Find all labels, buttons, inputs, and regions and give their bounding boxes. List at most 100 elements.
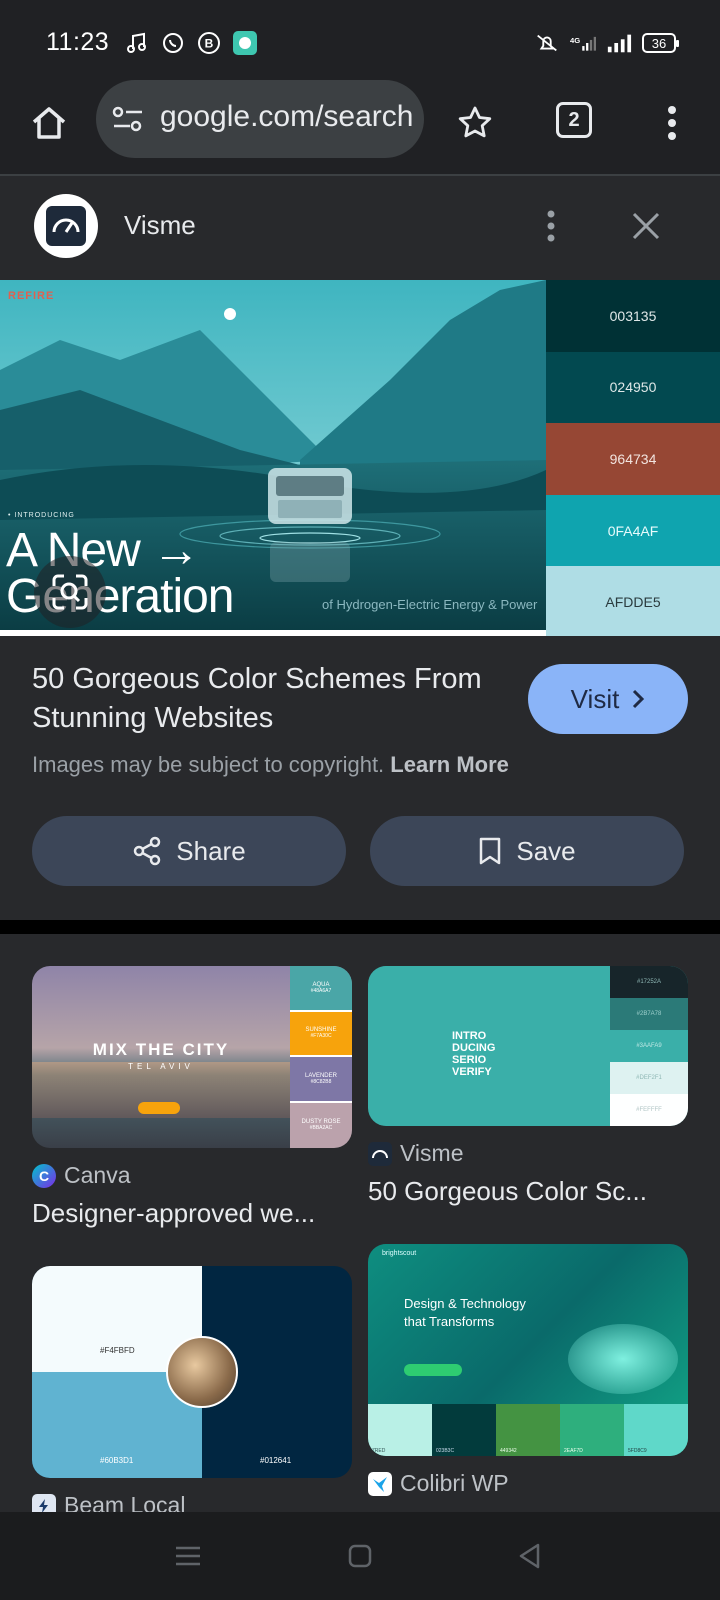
headline-line-1: A New →	[6, 524, 200, 577]
bookmark-button[interactable]	[452, 100, 498, 146]
save-label: Save	[516, 835, 576, 866]
copyright-notice: Images may be subject to copyright. Lear…	[32, 752, 509, 778]
result-source: Beam Local	[32, 1492, 185, 1514]
thumb-swatch: #DEF2F1	[610, 1062, 688, 1094]
thumb-circle-photo	[166, 1336, 238, 1408]
thumb-cta-pill	[404, 1364, 462, 1376]
whatsapp-icon	[160, 30, 186, 56]
result-card[interactable]: MIX THE CITY TEL AVIV AQUA #48A6A7 SUNSH…	[32, 966, 352, 1236]
browser-toolbar: google.com/search 2	[0, 80, 720, 174]
site-settings-icon[interactable]	[110, 104, 146, 136]
mute-icon	[534, 30, 560, 56]
signal-4g-icon: 4G	[570, 30, 596, 56]
thumb-palette: #17252A #2B7A78 #3AAFA9 #DEF2F1 #FEFFFF	[610, 966, 688, 1126]
system-icons: 4G 36	[534, 28, 679, 58]
recents-button[interactable]	[170, 1538, 206, 1574]
status-bar: 11:23 B 4G 36	[0, 0, 720, 80]
swatch-hex: 2EAF7D	[564, 1448, 583, 1454]
url-text: google.com/search	[160, 100, 414, 133]
thumb-swatch: #3AAFA9	[610, 1030, 688, 1062]
tab-switcher-button[interactable]: 2	[556, 102, 592, 138]
share-button[interactable]: Share	[32, 816, 346, 886]
source-avatar[interactable]	[34, 194, 98, 258]
b-app-icon: B	[196, 30, 222, 56]
swatch-hex: #BBA2AC	[309, 1125, 333, 1132]
back-triangle-icon	[519, 1543, 540, 1569]
thumb-swatch: 023B3C	[432, 1404, 496, 1456]
recents-icon	[176, 1546, 200, 1566]
thumb-swatch: 449342	[496, 1404, 560, 1456]
back-button[interactable]	[512, 1538, 548, 1574]
result-card[interactable]: brightscout Design & Technology that Tra…	[368, 1244, 688, 1514]
thumb-headline-2: that Transforms	[404, 1314, 495, 1329]
visit-button[interactable]: Visit	[528, 664, 688, 734]
status-time: 11:23	[46, 28, 110, 56]
result-thumbnail[interactable]: #F4FBFD #60B3D1 #012641	[32, 1266, 352, 1478]
thumb-hex-label: #60B3D1	[100, 1456, 134, 1465]
palette-swatch: 024950	[546, 351, 720, 424]
overflow-menu-button[interactable]	[654, 100, 690, 146]
chevron-right-icon	[633, 689, 645, 709]
thumb-cta-pill	[138, 1102, 180, 1114]
image-subline: of Hydrogen-Electric Energy & Power	[322, 597, 538, 612]
colibri-favicon-icon	[368, 1471, 392, 1496]
swatch-hex: #48A6A7	[310, 987, 332, 994]
svg-text:4G: 4G	[570, 36, 580, 45]
source-name[interactable]: Visme	[124, 210, 196, 241]
source-name: Canva	[64, 1162, 131, 1188]
thumb-headline: INTRO DUCING SERIO VERIFY	[452, 1030, 496, 1078]
more-vert-icon	[668, 106, 676, 140]
result-source: Colibri WP	[368, 1470, 509, 1497]
beam-favicon-icon	[32, 1493, 56, 1514]
source-name: Beam Local	[64, 1492, 186, 1514]
source-name: Visme	[400, 1140, 464, 1166]
thumb-swatch: 5FD8C9	[624, 1404, 688, 1456]
result-title: 50 Gorgeous Color Sc...	[368, 1176, 647, 1206]
result-thumbnail[interactable]: brightscout Design & Technology that Tra…	[368, 1244, 688, 1456]
result-source: C Canva	[32, 1162, 130, 1189]
result-title: Designer-approved we...	[32, 1198, 316, 1228]
address-bar[interactable]: google.com/search	[96, 80, 424, 158]
home-button[interactable]	[26, 100, 72, 146]
result-thumbnail[interactable]: INTRO DUCING SERIO VERIFY #17252A #2B7A7…	[368, 966, 688, 1126]
palette-swatch: 0FA4AF	[546, 494, 720, 567]
result-title: 50 Gorgeous Color Schemes From Stunning …	[32, 663, 482, 734]
image-brand-text: REFIRE	[8, 290, 55, 302]
close-icon	[632, 212, 660, 240]
source-header: Visme	[0, 176, 720, 276]
swatch-hex: 449342	[500, 1448, 517, 1454]
system-nav-bar	[0, 1512, 720, 1600]
lens-search-button[interactable]	[34, 556, 106, 628]
thumb-glow	[568, 1324, 678, 1394]
thumb-swatch: 7RED	[368, 1404, 432, 1456]
copyright-text: Images may be subject to copyright.	[32, 752, 385, 777]
preview-image[interactable]: REFIRE • INTRODUCING A New → Generation …	[0, 280, 720, 636]
thumb-headline-1: Design & Technology	[404, 1296, 526, 1311]
result-source: Visme	[368, 1140, 464, 1167]
close-viewer-button[interactable]	[626, 206, 666, 246]
more-vert-icon	[547, 210, 555, 242]
music-note-icon	[124, 30, 150, 56]
result-card[interactable]: INTRO DUCING SERIO VERIFY #17252A #2B7A7…	[368, 966, 688, 1236]
swatch-hex: 023B3C	[436, 1448, 455, 1454]
source-name: Colibri WP	[400, 1470, 509, 1496]
share-label: Share	[176, 835, 246, 866]
image-intro-text: • INTRODUCING	[8, 512, 75, 519]
home-square-icon	[348, 1544, 372, 1568]
thumb-swatch: AQUA #48A6A7	[290, 966, 352, 1012]
viewer-more-button[interactable]	[536, 206, 566, 246]
thumb-hex-label: #012641	[260, 1456, 292, 1465]
result-thumbnail[interactable]: MIX THE CITY TEL AVIV AQUA #48A6A7 SUNSH…	[32, 966, 352, 1148]
thumb-palette: 7RED 023B3C 449342 2EAF7D 5FD8C9	[368, 1404, 688, 1456]
notification-icons: B	[124, 28, 258, 58]
thumb-swatch: DUSTY ROSE #BBA2AC	[290, 1102, 352, 1148]
result-card[interactable]: #F4FBFD #60B3D1 #012641 Beam Local	[32, 1266, 352, 1514]
share-icon	[134, 836, 161, 866]
canva-favicon-icon: C	[32, 1163, 56, 1188]
save-button[interactable]: Save	[370, 816, 684, 886]
home-nav-button[interactable]	[342, 1538, 378, 1574]
star-icon	[458, 106, 492, 138]
thumb-swatch: 2EAF7D	[560, 1404, 624, 1456]
learn-more-link[interactable]: Learn More	[390, 752, 509, 777]
thumb-palette: AQUA #48A6A7 SUNSHINE #F7A30C LAVENDER #…	[290, 966, 352, 1148]
